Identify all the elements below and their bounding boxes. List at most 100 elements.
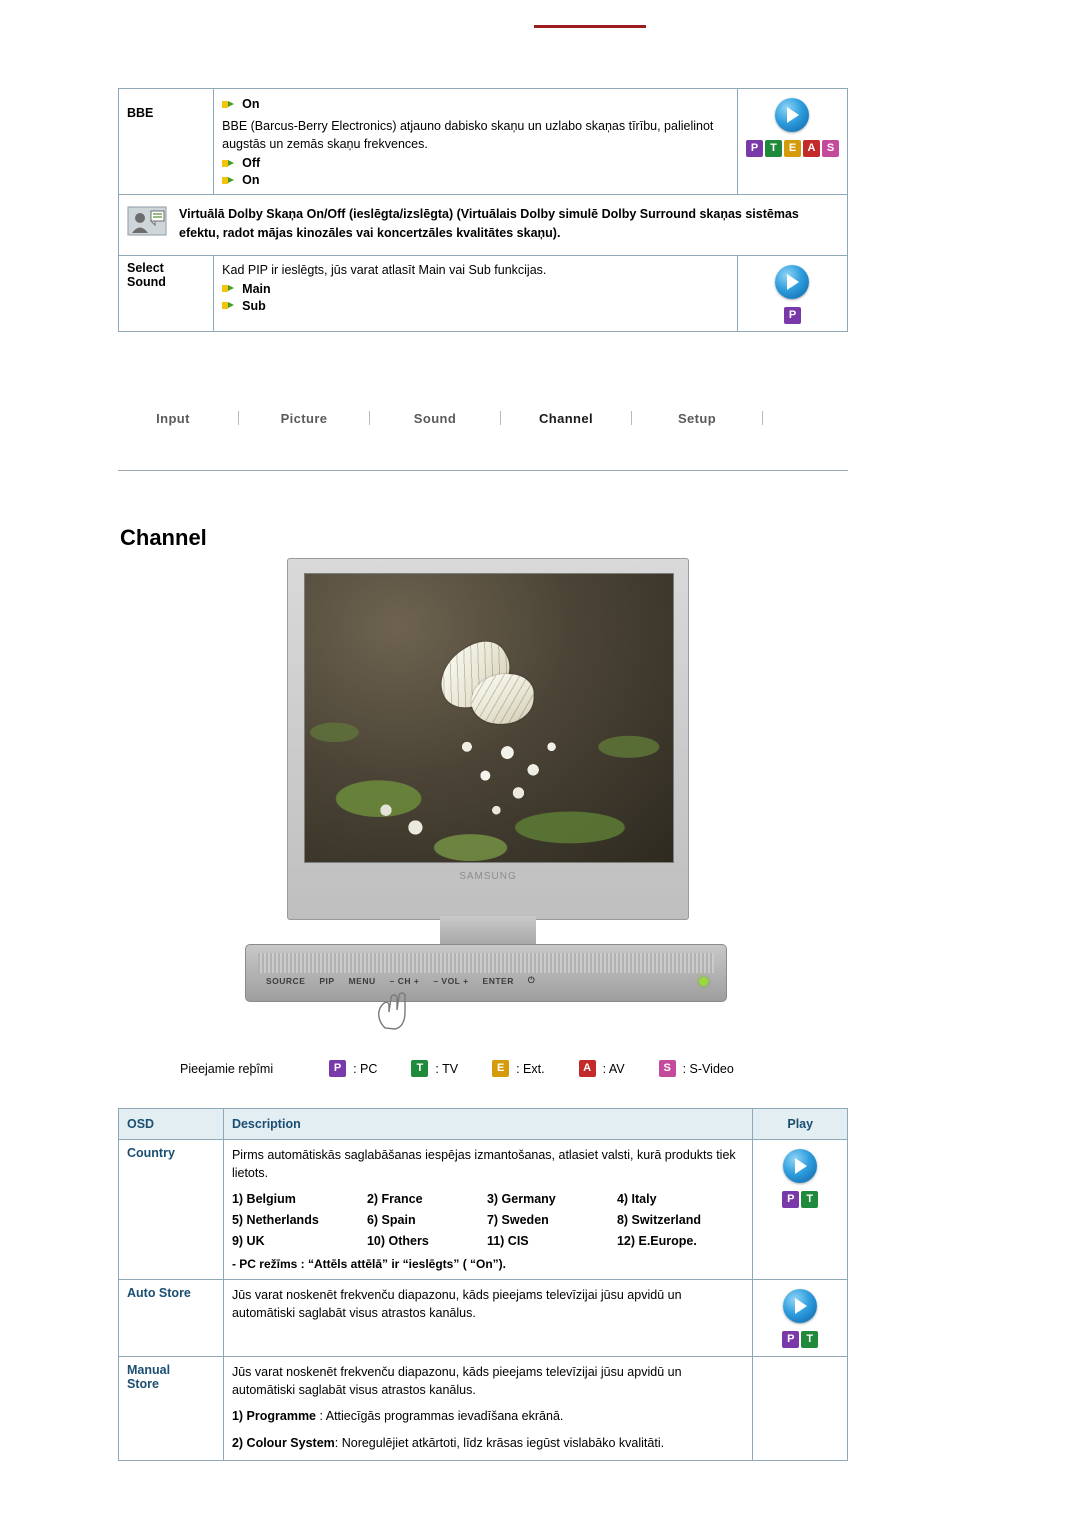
legend-text-av: : AV [602,1061,625,1076]
osd-label-country: Country [127,1146,175,1160]
key-p-icon: P [783,306,801,324]
country-switzerland: 8) Switzerland [616,1212,701,1227]
button-power[interactable]: ⏻ [528,975,535,986]
play-disc-icon[interactable] [775,98,810,132]
manual-store-description: Jūs varat noskenēt frekvenču diapazonu, … [231,1365,682,1398]
key-e-icon: E [492,1060,510,1077]
button-channel[interactable]: – CH + [390,976,420,986]
legend-text-pc: : PC [353,1061,378,1076]
country-list: 1) Belgium 2) France 3) Germany 4) Italy… [232,1189,745,1251]
country-belgium: 1) Belgium [231,1192,296,1207]
manual-store-colour-system: 2) Colour System: Noregulējiet atkārtoti… [232,1434,745,1452]
country-netherlands: 5) Netherlands [231,1212,319,1227]
tab-separator [500,411,501,425]
option-on[interactable]: On [222,173,729,187]
osd-label-store: Store [127,1377,159,1392]
tab-input[interactable]: Input [118,411,228,426]
sound-options-table: BBE On BBE (Barcus-Berry Electronics) at… [117,87,849,332]
button-source[interactable]: SOURCE [266,976,305,986]
osd-cell-country: Country [118,1138,224,1281]
tab-separator [762,411,763,425]
monitor-base-panel: SOURCE PIP MENU – CH + – VOL + ENTER ⏻ [245,944,727,1002]
key-t-icon: T [411,1060,429,1077]
country-row: 5) Netherlands 6) Spain 7) Sweden 8) Swi… [232,1210,745,1231]
play-disc-icon[interactable] [775,264,810,299]
tab-separator [369,411,370,425]
dolby-note-text: Virtuālā Dolby Skaņa On/Off (ieslēgta/iz… [179,207,799,240]
butterfly-icon [426,626,568,768]
mode-keys: P [746,306,839,324]
key-s-icon: S [658,1060,676,1077]
table-row-bbe: BBE On BBE (Barcus-Berry Electronics) at… [117,87,849,196]
country-italy: 4) Italy [616,1192,657,1207]
select-sound-description: Kad PIP ir ieslēgts, jūs varat atlasīt M… [222,262,547,277]
key-a-icon: A [578,1060,596,1077]
osd-cell-select-sound: Select Sound [117,254,215,332]
desc-cell-select-sound: Kad PIP ir ieslēgts, jūs varat atlasīt M… [213,254,738,332]
auto-store-description: Jūs varat noskenēt frekvenču diapazonu, … [231,1288,682,1321]
desc-cell-auto-store: Jūs varat noskenēt frekvenču diapazonu, … [222,1279,754,1358]
osd-label-select: Select [127,260,164,275]
monitor-body: SAMSUNG [287,558,689,920]
button-menu[interactable]: MENU [349,976,376,986]
legend-text-ext: : Ext. [516,1061,545,1076]
colour-system-label: 2) Colour System [231,1435,335,1450]
tab-sound[interactable]: Sound [380,411,490,426]
option-on-top[interactable]: On [222,97,729,111]
key-s-icon: S [821,140,839,157]
key-e-icon: E [783,140,801,157]
active-tab-underline [534,25,646,28]
legend-item-tv: T : TV [411,1060,458,1077]
power-led-indicator [699,977,708,986]
mode-keys: P T E A S [745,140,839,157]
monitor-illustration: SAMSUNG SOURCE PIP MENU – CH + – VOL + E… [245,558,727,1030]
option-main[interactable]: Main [222,282,729,296]
tab-channel[interactable]: Channel [511,411,621,426]
manual-store-programme: 1) Programme : Attiecīgās programmas iev… [232,1407,745,1425]
arrow-bullet-icon [222,176,235,185]
option-off[interactable]: Off [222,156,729,170]
country-uk: 9) UK [231,1233,265,1248]
table-row-manual-store: Manual Store Jūs varat noskenēt frekvenč… [118,1356,848,1461]
option-sub[interactable]: Sub [222,299,729,313]
hand-pointer-icon [371,988,419,1030]
option-label: On [242,173,260,188]
option-label: Main [242,281,271,296]
menu-tab-bar[interactable]: Input Picture Sound Channel Setup [118,402,878,434]
country-france: 2) France [366,1192,423,1207]
pc-mode-note: - PC režīms : “Attēls attēlā” ir “ieslēg… [231,1257,507,1272]
play-cell-auto-store: P T [752,1279,848,1358]
tab-picture[interactable]: Picture [249,411,359,426]
key-p-icon: P [782,1191,800,1208]
button-volume[interactable]: – VOL + [433,976,468,986]
page-title: Channel [120,525,207,550]
osd-cell-manual-store: Manual Store [118,1356,224,1461]
option-label: Sub [242,298,266,313]
play-disc-icon[interactable] [783,1149,818,1183]
bbe-description: BBE (Barcus-Berry Electronics) atjauno d… [222,119,714,152]
key-t-icon: T [801,1331,819,1349]
control-buttons[interactable]: SOURCE PIP MENU – CH + – VOL + ENTER ⏻ [266,975,706,986]
key-a-icon: A [802,140,820,157]
key-p-icon: P [782,1331,800,1349]
osd-label-auto-store: Auto Store [127,1286,191,1301]
country-others: 10) Others [366,1233,429,1248]
desc-cell-bbe: On BBE (Barcus-Berry Electronics) atjaun… [213,87,738,196]
butterfly-photo [305,574,673,862]
header-play: Play [752,1108,848,1140]
arrow-bullet-icon [222,159,235,168]
osd-label-sound: Sound [127,274,166,289]
legend-text-svideo: : S-Video [682,1061,734,1076]
button-enter[interactable]: ENTER [483,976,514,986]
legend-label: Pieejamie reþîmi [180,1061,274,1076]
table-header-row: OSD Description Play [118,1108,848,1140]
play-disc-icon[interactable] [783,1289,818,1324]
header-osd: OSD [118,1108,224,1140]
arrow-bullet-icon [222,284,235,293]
tab-setup[interactable]: Setup [642,411,752,426]
country-description: Pirms automātiskās saglabāšanas iespējas… [231,1148,736,1181]
button-pip[interactable]: PIP [319,976,334,986]
country-sweden: 7) Sweden [486,1212,549,1227]
key-t-icon: T [764,140,782,157]
speaker-grille [258,953,714,973]
